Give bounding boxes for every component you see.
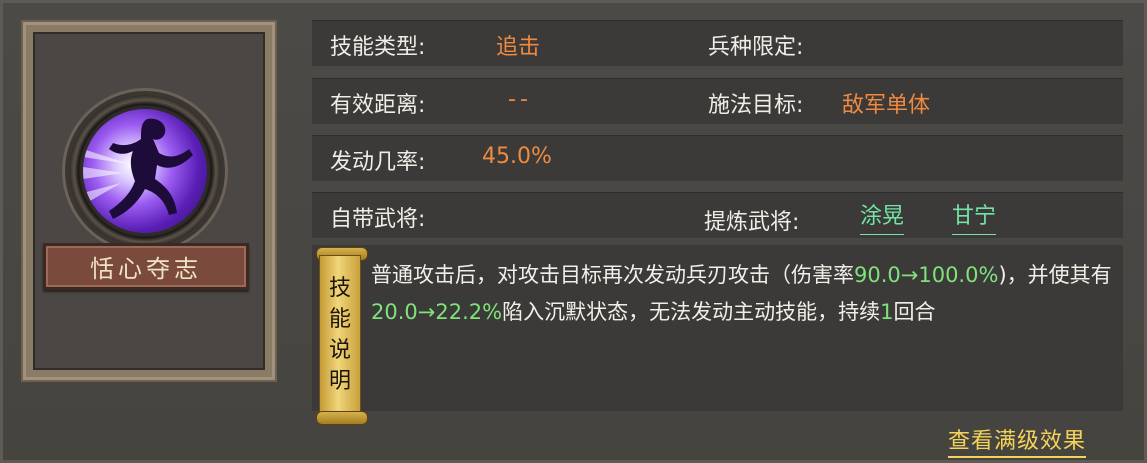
- cast-target-label: 施法目标:: [708, 93, 804, 118]
- skill-icon: [69, 95, 221, 247]
- scroll-char-2: 能: [328, 307, 351, 332]
- scroll-bottom-rod: [316, 411, 368, 425]
- skill-description-box: 普通攻击后，对攻击目标再次发动兵刃攻击（伤害率90.0→100.0%)，并使其有…: [312, 245, 1123, 411]
- trigger-rate-label: 发动几率:: [330, 150, 426, 175]
- officers-row: 自带武将: 提炼武将: 涂晃 甘宁: [312, 192, 1123, 238]
- skill-type-value: 追击: [496, 35, 541, 60]
- cast-target-value: 敌军单体: [842, 93, 931, 118]
- running-figure-silhouette: [83, 118, 193, 219]
- skill-name: 恬心夺志: [90, 255, 202, 283]
- scroll-char-3: 说: [328, 338, 351, 363]
- skill-description: 普通攻击后，对攻击目标再次发动兵刃攻击（伤害率90.0→100.0%)，并使其有…: [371, 257, 1116, 331]
- scroll-body: 技 能 说 明: [319, 255, 361, 415]
- skill-name-plate: 恬心夺志: [43, 243, 249, 290]
- trigger-rate-value: 45.0%: [482, 144, 552, 169]
- desc-silence-chance: 20.0→22.2%: [371, 300, 503, 324]
- scroll-char-4: 明: [328, 369, 351, 394]
- running-figure-icon: [83, 109, 207, 233]
- skill-type-row: 技能类型: 追击 兵种限定:: [312, 20, 1123, 66]
- troop-limit-label: 兵种限定:: [708, 35, 804, 60]
- desc-text-1: 普通攻击后，对攻击目标再次发动兵刃攻击（伤害率: [371, 263, 854, 287]
- skill-description-scroll: 技 能 说 明: [316, 247, 368, 425]
- skill-type-label: 技能类型:: [330, 35, 426, 60]
- refine-officer-1[interactable]: 涂晃: [860, 198, 905, 235]
- desc-text-3: 陷入沉默状态，无法发动主动技能，持续: [502, 300, 881, 324]
- desc-duration: 1: [880, 300, 894, 324]
- own-officer-label: 自带武将:: [330, 207, 426, 232]
- desc-damage-rate: 90.0→100.0%: [854, 263, 999, 287]
- range-value: --: [508, 87, 532, 112]
- trigger-rate-row: 发动几率: 45.0%: [312, 135, 1123, 181]
- scroll-char-1: 技: [328, 276, 351, 301]
- range-row: 有效距离: -- 施法目标: 敌军单体: [312, 78, 1123, 124]
- desc-text-4: 回合: [893, 300, 936, 324]
- view-full-level-link[interactable]: 查看满级效果: [948, 423, 1087, 458]
- desc-text-2: )，并使其有: [998, 263, 1112, 287]
- range-label: 有效距离:: [330, 93, 426, 118]
- refine-officer-2[interactable]: 甘宁: [952, 198, 997, 235]
- refine-officer-label: 提炼武将:: [704, 210, 800, 235]
- skill-detail-panel: 恬心夺志 技能类型: 追击 兵种限定: 有效距离: -- 施法目标: 敌军单体 …: [0, 0, 1147, 463]
